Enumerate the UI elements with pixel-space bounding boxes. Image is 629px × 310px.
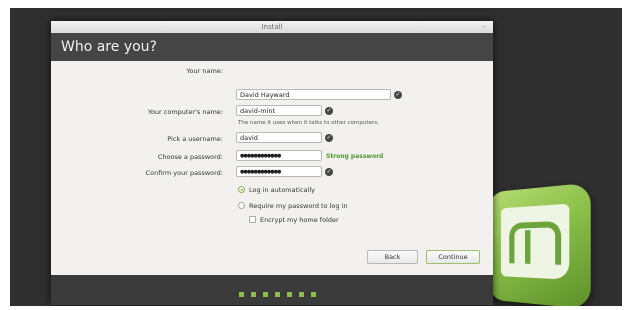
require-password-radio[interactable] xyxy=(238,202,245,209)
auto-login-label[interactable]: Log in automatically xyxy=(249,186,315,194)
window-titlebar[interactable]: Install – xyxy=(51,21,493,33)
confirm-password-field[interactable]: ●●●●●●●●●●●● xyxy=(236,166,322,177)
check-icon: ✓ xyxy=(325,134,333,142)
computer-name-label: Your computer's name: xyxy=(147,108,223,116)
continue-button[interactable]: Continue xyxy=(426,250,480,264)
linux-mint-logo xyxy=(488,182,591,306)
window-title: Install xyxy=(261,23,283,31)
check-icon: ✓ xyxy=(325,107,333,115)
password-field[interactable]: ●●●●●●●●●●●● xyxy=(236,150,322,161)
encrypt-home-checkbox[interactable] xyxy=(249,216,256,223)
progress-dot xyxy=(275,292,280,297)
progress-dot xyxy=(263,292,268,297)
install-window: Install – Who are you? Your name: David … xyxy=(51,21,493,305)
form-area: Your name: David Hayward ✓ Your computer… xyxy=(51,61,493,275)
check-icon: ✓ xyxy=(325,168,333,176)
check-icon: ✓ xyxy=(394,91,402,99)
progress-dot xyxy=(239,292,244,297)
password-strength: Strong password xyxy=(326,153,384,160)
logo-glyph-stem xyxy=(524,229,544,265)
auto-login-radio[interactable] xyxy=(238,186,245,193)
progress-dot xyxy=(251,292,256,297)
desktop-background: Install – Who are you? Your name: David … xyxy=(10,8,622,306)
username-label: Pick a username: xyxy=(167,135,223,143)
password-label: Choose a password: xyxy=(157,153,223,161)
encrypt-home-label[interactable]: Encrypt my home folder xyxy=(260,216,339,224)
back-button[interactable]: Back xyxy=(367,250,418,264)
username-field[interactable]: david xyxy=(236,132,322,143)
require-password-label[interactable]: Require my password to log in xyxy=(249,202,348,210)
progress-footer xyxy=(51,275,493,305)
name-label: Your name: xyxy=(186,67,223,75)
progress-dot xyxy=(311,292,316,297)
page-title: Who are you? xyxy=(51,33,493,61)
confirm-password-label: Confirm your password: xyxy=(145,169,223,177)
progress-dot xyxy=(299,292,304,297)
name-field[interactable]: David Hayward xyxy=(236,89,391,100)
computer-name-field[interactable]: david-mint xyxy=(236,105,322,116)
minimize-icon[interactable]: – xyxy=(482,21,486,33)
progress-dot xyxy=(287,292,292,297)
computer-name-hint: The name it uses when it talks to other … xyxy=(238,120,379,126)
